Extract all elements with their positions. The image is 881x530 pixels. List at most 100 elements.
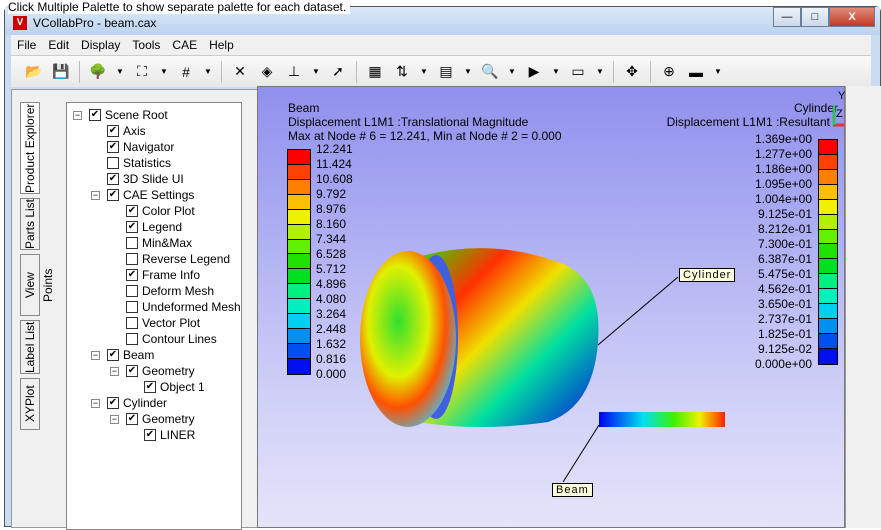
chevron-down-icon[interactable]: ▼ bbox=[508, 67, 516, 76]
play-icon[interactable]: ▶ bbox=[525, 63, 543, 80]
tree-item-label: Scene Root bbox=[105, 108, 168, 122]
note-icon[interactable]: ▭ bbox=[569, 63, 587, 80]
tab-parts-list[interactable]: Parts List bbox=[20, 198, 40, 250]
collapse-toggle[interactable]: − bbox=[110, 415, 119, 424]
tree-item[interactable]: ✔ Frame Info bbox=[126, 267, 200, 283]
tab-xyplot[interactable]: XYPlot bbox=[20, 378, 40, 430]
cylinder-leader-line bbox=[597, 276, 679, 346]
checkbox[interactable]: ✔ bbox=[126, 269, 138, 281]
menu-display[interactable]: Display bbox=[75, 35, 126, 55]
beam-leader-line bbox=[562, 424, 600, 483]
palette-icon[interactable]: ▤ bbox=[437, 63, 455, 80]
menu-bar: File Edit Display Tools CAE Help bbox=[11, 35, 871, 55]
pointer-icon[interactable]: ➚ bbox=[329, 63, 347, 80]
tree-item[interactable]: Min&Max bbox=[126, 235, 192, 251]
chevron-down-icon[interactable]: ▼ bbox=[312, 67, 320, 76]
checkbox[interactable] bbox=[126, 253, 138, 265]
menu-tools[interactable]: Tools bbox=[126, 35, 166, 55]
checkbox[interactable]: ✔ bbox=[126, 221, 138, 233]
tree-item[interactable]: ✔ Object 1 bbox=[144, 379, 205, 395]
pan-icon[interactable]: ✥ bbox=[623, 63, 641, 80]
3d-viewport[interactable]: Beam Displacement L1M1 :Translational Ma… bbox=[257, 86, 846, 528]
collapse-toggle[interactable]: − bbox=[91, 191, 100, 200]
tree-item[interactable]: Vector Plot bbox=[126, 315, 200, 331]
tree-item[interactable]: ✔ Geometry bbox=[126, 411, 195, 427]
tab-label-list[interactable]: Label List bbox=[20, 320, 40, 374]
menu-cae[interactable]: CAE bbox=[166, 35, 203, 55]
cylinder-label[interactable]: Cylinder bbox=[679, 268, 736, 282]
legend-tick-label: 2.737e-01 bbox=[757, 312, 812, 326]
tree-item[interactable]: Undeformed Mesh bbox=[126, 299, 241, 315]
maximize-button[interactable]: □ bbox=[801, 7, 829, 27]
tree-item[interactable]: ✔ Legend bbox=[126, 219, 182, 235]
zoom-box-icon[interactable]: ⊕ bbox=[660, 63, 678, 80]
beam-label[interactable]: Beam bbox=[552, 483, 593, 497]
measure-icon[interactable]: ⊥ bbox=[285, 63, 303, 80]
tree-item[interactable]: Statistics bbox=[107, 155, 171, 171]
checkbox[interactable]: ✔ bbox=[89, 109, 101, 121]
menu-help[interactable]: Help bbox=[203, 35, 240, 55]
collapse-toggle[interactable]: − bbox=[73, 111, 82, 120]
checkbox[interactable]: ✔ bbox=[107, 125, 119, 137]
menu-edit[interactable]: Edit bbox=[42, 35, 75, 55]
tree-item[interactable]: ✔ Scene Root bbox=[89, 107, 168, 123]
tree-item[interactable]: ✔ 3D Slide UI bbox=[107, 171, 184, 187]
checkbox[interactable]: ✔ bbox=[107, 189, 119, 201]
tree-item[interactable]: ✔ Navigator bbox=[107, 139, 174, 155]
tree-item-label: Color Plot bbox=[142, 204, 195, 218]
checkbox[interactable]: ✔ bbox=[107, 173, 119, 185]
checkbox[interactable]: ✔ bbox=[107, 349, 119, 361]
chevron-down-icon[interactable]: ▼ bbox=[160, 67, 168, 76]
checkbox[interactable] bbox=[107, 157, 119, 169]
display-bar-icon[interactable]: ▬ bbox=[687, 64, 705, 80]
cube-icon[interactable]: ◈ bbox=[258, 63, 276, 80]
close-button[interactable]: X bbox=[829, 7, 875, 27]
tree-item[interactable]: ✔ CAE Settings bbox=[107, 187, 194, 203]
menu-file[interactable]: File bbox=[11, 35, 42, 55]
parts-icon[interactable]: ▦ bbox=[366, 63, 384, 80]
chevron-down-icon[interactable]: ▼ bbox=[204, 67, 212, 76]
caption-text: Click Multiple Palette to show separate … bbox=[8, 0, 351, 14]
checkbox[interactable] bbox=[126, 301, 138, 313]
probe-icon[interactable]: 🔍 bbox=[481, 63, 499, 80]
chevron-down-icon[interactable]: ▼ bbox=[116, 67, 124, 76]
chevron-down-icon[interactable]: ▼ bbox=[714, 67, 722, 76]
minimize-button[interactable]: — bbox=[773, 7, 801, 27]
tree-item[interactable]: Deform Mesh bbox=[126, 283, 214, 299]
checkbox[interactable] bbox=[126, 237, 138, 249]
open-folder-icon[interactable]: 📂 bbox=[25, 63, 43, 80]
collapse-toggle[interactable]: − bbox=[91, 351, 100, 360]
checkbox[interactable] bbox=[126, 317, 138, 329]
tree-item[interactable]: ✔ Geometry bbox=[126, 363, 195, 379]
tree-item[interactable]: ✔ Beam bbox=[107, 347, 154, 363]
fit-view-icon[interactable]: ⛶ bbox=[133, 63, 151, 80]
tree-item[interactable]: Reverse Legend bbox=[126, 251, 230, 267]
tree-item[interactable]: ✔ LINER bbox=[144, 427, 195, 443]
explode-icon[interactable]: ✕ bbox=[231, 63, 249, 80]
tree-item[interactable]: ✔ Cylinder bbox=[107, 395, 167, 411]
collapse-toggle[interactable]: − bbox=[91, 399, 100, 408]
chevron-down-icon[interactable]: ▼ bbox=[596, 67, 604, 76]
tab-view-points[interactable]: View Points bbox=[20, 254, 55, 316]
collapse-toggle[interactable]: − bbox=[110, 367, 119, 376]
checkbox[interactable]: ✔ bbox=[144, 429, 156, 441]
tree-item[interactable]: ✔ Color Plot bbox=[126, 203, 195, 219]
tree-item[interactable]: Contour Lines bbox=[126, 331, 217, 347]
legend-icon[interactable]: ⇅ bbox=[393, 63, 411, 80]
checkbox[interactable]: ✔ bbox=[107, 141, 119, 153]
checkbox[interactable] bbox=[126, 285, 138, 297]
save-icon[interactable]: 💾 bbox=[52, 63, 70, 80]
tree-icon[interactable]: 🌳 bbox=[89, 63, 107, 80]
chevron-down-icon[interactable]: ▼ bbox=[464, 67, 472, 76]
checkbox[interactable]: ✔ bbox=[126, 365, 138, 377]
grid-icon[interactable]: # bbox=[177, 64, 195, 80]
chevron-down-icon[interactable]: ▼ bbox=[420, 67, 428, 76]
tab-product-explorer[interactable]: Product Explorer bbox=[20, 102, 40, 194]
chevron-down-icon[interactable]: ▼ bbox=[552, 67, 560, 76]
tree-item[interactable]: ✔ Axis bbox=[107, 123, 146, 139]
checkbox[interactable]: ✔ bbox=[126, 205, 138, 217]
checkbox[interactable]: ✔ bbox=[107, 397, 119, 409]
checkbox[interactable] bbox=[126, 333, 138, 345]
checkbox[interactable]: ✔ bbox=[144, 381, 156, 393]
checkbox[interactable]: ✔ bbox=[126, 413, 138, 425]
